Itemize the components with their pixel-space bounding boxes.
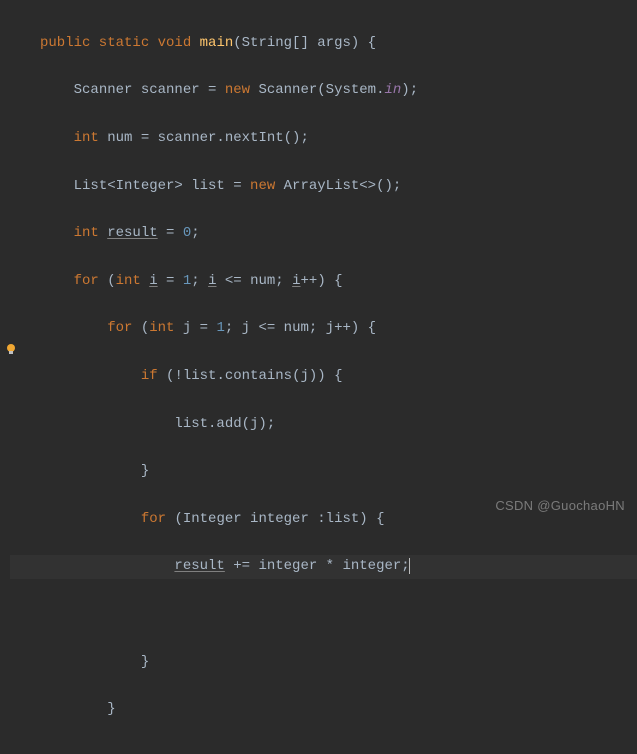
code-text: j = <box>183 320 217 336</box>
keyword: for <box>141 511 175 527</box>
code-text: Scanner scanner = <box>74 82 225 98</box>
keyword: for <box>107 320 141 336</box>
code-text: List<Integer> list = <box>74 178 250 194</box>
code-text: ++) { <box>301 273 343 289</box>
code-text: ( <box>107 273 115 289</box>
static-field: in <box>384 82 401 98</box>
code-text: ); <box>401 82 418 98</box>
code-line[interactable]: if (!list.contains(j)) { <box>10 365 637 389</box>
code-text: ArrayList<>(); <box>284 178 402 194</box>
keyword: int <box>116 273 150 289</box>
code-text: = <box>158 273 183 289</box>
code-line[interactable]: int num = scanner.nextInt(); <box>10 127 637 151</box>
variable: i <box>149 273 157 289</box>
code-text: } <box>107 701 115 717</box>
code-text: num = scanner.nextInt(); <box>107 130 309 146</box>
keyword: new <box>225 82 259 98</box>
code-line[interactable]: int result = 0; <box>10 222 637 246</box>
code-line-current[interactable]: result += integer * integer; <box>10 555 637 579</box>
variable: i <box>292 273 300 289</box>
code-line[interactable]: public static void main(String[] args) { <box>10 32 637 56</box>
keyword: if <box>141 368 166 384</box>
code-text: } <box>141 654 149 670</box>
code-line[interactable] <box>10 603 637 627</box>
number: 1 <box>183 273 191 289</box>
code-line[interactable]: } <box>10 460 637 484</box>
code-text: ( <box>141 320 149 336</box>
code-text: (Integer integer :list) { <box>174 511 384 527</box>
watermark: CSDN @GuochaoHN <box>495 495 625 517</box>
code-line[interactable]: List<Integer> list = new ArrayList<>(); <box>10 175 637 199</box>
code-editor[interactable]: public static void main(String[] args) {… <box>0 0 637 754</box>
code-text: ; <box>191 273 208 289</box>
lightbulb-icon[interactable] <box>4 342 16 354</box>
code-text: = <box>158 225 183 241</box>
keyword: new <box>250 178 284 194</box>
code-line[interactable]: } <box>10 698 637 722</box>
keyword: public static void <box>40 35 200 51</box>
code-text: <= num; <box>216 273 292 289</box>
code-text: } <box>141 463 149 479</box>
variable: result <box>174 558 224 574</box>
method-name: main <box>200 35 234 51</box>
code-text: (String[] args) { <box>233 35 376 51</box>
number: 0 <box>183 225 191 241</box>
caret <box>409 558 410 574</box>
code-line[interactable]: Scanner scanner = new Scanner(System.in)… <box>10 79 637 103</box>
keyword: int <box>74 225 108 241</box>
variable: result <box>107 225 157 241</box>
code-text: (!list.contains(j)) { <box>166 368 342 384</box>
code-text: list.add(j); <box>174 416 275 432</box>
keyword: int <box>149 320 183 336</box>
code-line[interactable]: list.add(j); <box>10 413 637 437</box>
code-line[interactable]: for (int j = 1; j <= num; j++) { <box>10 317 637 341</box>
code-line[interactable]: for (int i = 1; i <= num; i++) { <box>10 270 637 294</box>
number: 1 <box>216 320 224 336</box>
code-text: += integer * integer; <box>225 558 410 574</box>
keyword: int <box>74 130 108 146</box>
code-text: Scanner(System. <box>258 82 384 98</box>
keyword: for <box>74 273 108 289</box>
code-line[interactable]: } <box>10 651 637 675</box>
code-text: ; j <= num; j++) { <box>225 320 376 336</box>
code-text: ; <box>191 225 199 241</box>
